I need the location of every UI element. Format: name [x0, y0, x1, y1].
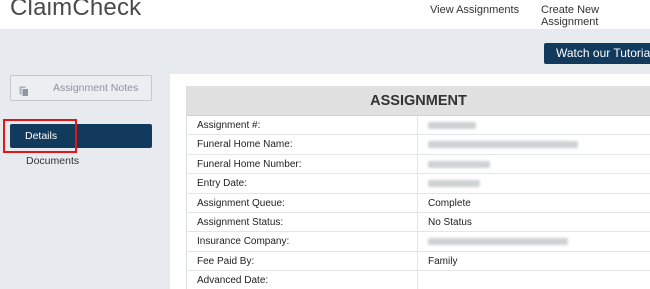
assignment-table: ASSIGNMENT Assignment #: Funeral Home Na…: [186, 86, 650, 289]
table-row: Entry Date:: [187, 174, 650, 194]
row-label: Entry Date:: [197, 178, 248, 190]
table-row: Funeral Home Name:: [187, 135, 650, 155]
row-label: Fee Paid By:: [197, 255, 255, 267]
table-row: Fee Paid By: Family: [187, 251, 650, 272]
assignment-notes-label: Assignment Notes: [53, 82, 139, 94]
app-logo[interactable]: ClaimCheck: [10, 0, 141, 22]
row-label: Assignment #:: [197, 120, 261, 131]
nav-view-assignments[interactable]: View Assignments: [430, 4, 519, 16]
redacted-value: [428, 141, 578, 149]
redacted-value: [428, 180, 480, 188]
funeral-home-name-value: [428, 135, 578, 155]
row-label: Assignment Status:: [197, 216, 284, 228]
redacted-value: [428, 160, 490, 168]
table-row: Funeral Home Number:: [187, 154, 650, 175]
assignment-queue-value: Complete: [428, 197, 471, 209]
notes-icon: [19, 82, 29, 97]
top-bar: ClaimCheck View Assignments Create New A…: [0, 0, 650, 29]
row-label: Advanced Date:: [197, 275, 269, 287]
row-label: Funeral Home Number:: [197, 158, 302, 170]
table-row: Assignment Queue: Complete: [187, 193, 650, 213]
table-row: Insurance Company:: [187, 232, 650, 252]
highlight-box: [3, 119, 77, 153]
table-row: Assignment Status: No Status: [187, 212, 650, 233]
row-label: Funeral Home Name:: [197, 139, 293, 151]
row-label: Assignment Queue:: [197, 197, 285, 209]
fee-paid-by-value: Family: [428, 255, 458, 267]
table-row: Assignment #:: [187, 116, 650, 136]
insurance-company-value: [428, 232, 568, 252]
table-row: Advanced Date:: [187, 271, 650, 289]
sidebar-item-documents[interactable]: Documents: [26, 155, 79, 167]
assignment-status-value: No Status: [428, 216, 472, 228]
watch-tutorial-button[interactable]: Watch our Tutorial: [544, 43, 650, 64]
assignment-notes-button[interactable]: Assignment Notes: [10, 75, 152, 101]
redacted-value: [428, 122, 476, 129]
funeral-home-number-value: [428, 155, 490, 175]
nav-create-assignment[interactable]: Create New Assignment: [541, 4, 650, 28]
row-label: Insurance Company:: [197, 236, 290, 248]
entry-date-value: [428, 174, 480, 194]
redacted-value: [428, 238, 568, 246]
assignment-number-value: [428, 116, 476, 136]
assignment-title: ASSIGNMENT: [187, 86, 650, 116]
